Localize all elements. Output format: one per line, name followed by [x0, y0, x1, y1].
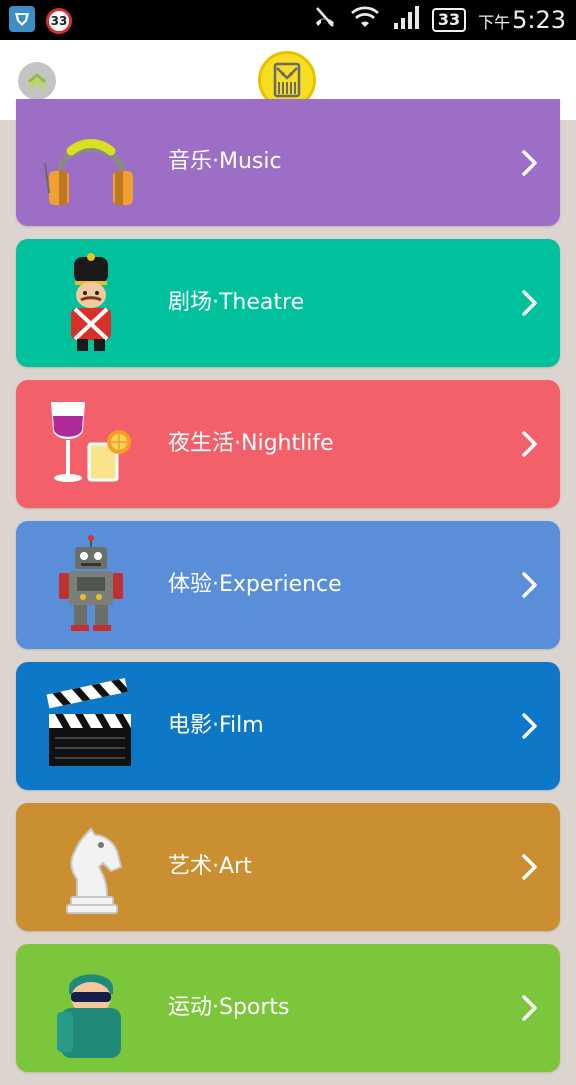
category-label: 音乐·Music [168, 149, 282, 174]
clapperboard-icon [41, 676, 141, 776]
category-card-film[interactable]: 电影·Film [16, 662, 560, 790]
battery-level: 33 [431, 8, 467, 32]
notification-count-badge: 33 [46, 8, 72, 34]
chevron-right-icon [520, 571, 540, 599]
category-label: 夜生活·Nightlife [168, 431, 334, 456]
category-card-art[interactable]: 艺术·Art [16, 803, 560, 931]
category-card-sports[interactable]: 运动·Sports [16, 944, 560, 1072]
clock-time: 5:23 [512, 6, 566, 34]
clock: 下午5:23 [478, 6, 566, 34]
category-label: 艺术·Art [168, 854, 252, 879]
category-label: 电影·Film [168, 713, 264, 738]
chevron-right-icon [520, 289, 540, 317]
category-card-nightlife[interactable]: 夜生活·Nightlife [16, 380, 560, 508]
chevron-right-icon [520, 712, 540, 740]
app-notification-icon [8, 5, 36, 37]
clock-period: 下午 [478, 13, 511, 32]
headphones-icon [41, 113, 141, 213]
category-label: 运动·Sports [168, 995, 290, 1020]
category-list: 音乐·Music 剧场·Theatre 夜生活·Nightlife 体验·Exp… [16, 99, 560, 1085]
status-bar-right: 33 下午5:23 [312, 0, 566, 40]
drinks-icon [41, 394, 141, 494]
chevron-right-icon [520, 149, 540, 177]
toy-soldier-icon [41, 253, 141, 353]
status-bar-left: 33 [8, 5, 72, 37]
chevron-right-icon [520, 853, 540, 881]
category-card-experience[interactable]: 体验·Experience [16, 521, 560, 649]
wifi-icon [350, 5, 380, 35]
category-card-theatre[interactable]: 剧场·Theatre [16, 239, 560, 367]
category-label: 剧场·Theatre [168, 290, 305, 315]
chess-knight-icon [41, 817, 141, 917]
status-bar: 33 33 下午5:23 [0, 0, 576, 40]
category-card-music[interactable]: 音乐·Music [16, 99, 560, 226]
signal-icon [392, 5, 420, 35]
category-label: 体验·Experience [168, 572, 342, 597]
double-chevron-up-icon[interactable] [18, 62, 56, 100]
athlete-icon [41, 958, 141, 1058]
chevron-right-icon [520, 430, 540, 458]
robot-icon [41, 535, 141, 635]
missed-call-icon [312, 5, 338, 35]
chevron-right-icon [520, 994, 540, 1022]
